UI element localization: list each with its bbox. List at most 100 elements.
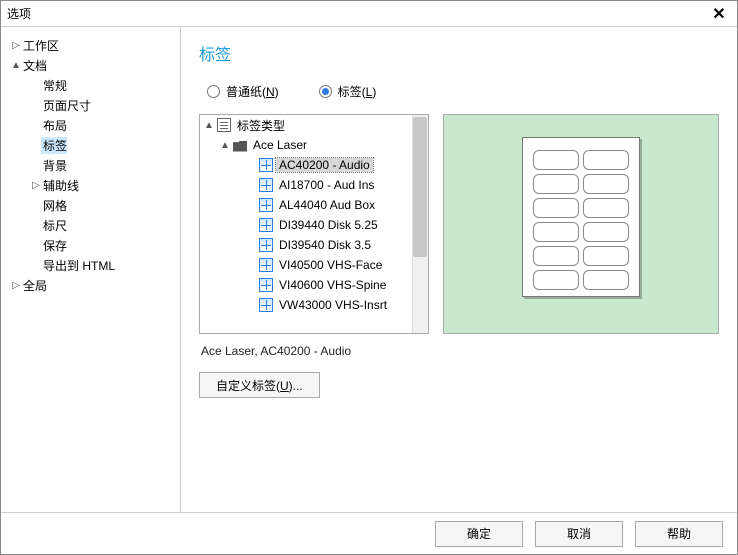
nav-item[interactable]: 标签 xyxy=(1,135,180,155)
doc-icon xyxy=(259,278,273,292)
nav-item[interactable]: 标尺 xyxy=(1,215,180,235)
radio-label: 普通纸(N) xyxy=(226,83,279,100)
tree-item[interactable]: VI40600 VHS-Spine xyxy=(200,275,428,295)
folder-icon xyxy=(233,141,247,152)
nav-tree[interactable]: ▷工作区▲文档常规页面尺寸布局标签背景▷辅助线网格标尺保存导出到 HTML▷全局 xyxy=(1,27,181,512)
nav-item[interactable]: ▷工作区 xyxy=(1,35,180,55)
tree-item[interactable]: VI40500 VHS-Face xyxy=(200,255,428,275)
help-button[interactable]: 帮助 xyxy=(635,521,723,547)
scrollbar-thumb[interactable] xyxy=(413,117,427,257)
doc-icon xyxy=(259,258,273,272)
doc-icon xyxy=(259,158,273,172)
titlebar: 选项 ✕ xyxy=(1,1,737,27)
radio-icon xyxy=(207,85,220,98)
nav-item-label: 常规 xyxy=(41,77,67,94)
tree-item-label: AL44040 Aud Box xyxy=(276,198,378,212)
nav-item[interactable]: 导出到 HTML xyxy=(1,255,180,275)
nav-item-label: 页面尺寸 xyxy=(41,97,91,114)
nav-item[interactable]: 背景 xyxy=(1,155,180,175)
nav-item-label: 标签 xyxy=(41,137,67,154)
nav-item[interactable]: 常规 xyxy=(1,75,180,95)
label-preview xyxy=(443,114,719,334)
label-cell xyxy=(583,198,629,218)
nav-item-label: 辅助线 xyxy=(41,177,79,194)
nav-item[interactable]: 布局 xyxy=(1,115,180,135)
tree-item[interactable]: AC40200 - Audio xyxy=(200,155,428,175)
label-cell xyxy=(533,174,579,194)
tree-item[interactable]: DI39540 Disk 3.5 xyxy=(200,235,428,255)
label-cell xyxy=(533,270,579,290)
expand-icon: ▷ xyxy=(31,180,41,191)
nav-item[interactable]: 网格 xyxy=(1,195,180,215)
close-icon[interactable]: ✕ xyxy=(707,4,731,24)
options-dialog: 选项 ✕ ▷工作区▲文档常规页面尺寸布局标签背景▷辅助线网格标尺保存导出到 HT… xyxy=(0,0,738,555)
expand-icon: ▲ xyxy=(204,120,214,131)
radio-labels[interactable]: 标签(L) xyxy=(319,83,377,100)
cancel-button[interactable]: 取消 xyxy=(535,521,623,547)
dialog-footer: 确定 取消 帮助 xyxy=(1,512,737,554)
tree-item[interactable]: ▲ 标签类型 xyxy=(200,115,428,135)
expand-icon: ▲ xyxy=(220,140,230,151)
nav-item[interactable]: ▲文档 xyxy=(1,55,180,75)
doc-icon xyxy=(259,178,273,192)
tree-item-label: DI39540 Disk 3.5 xyxy=(276,238,374,252)
nav-item-label: 布局 xyxy=(41,117,67,134)
button-label: 自定义标签(U)... xyxy=(216,379,303,393)
main-panel: 标签 普通纸(N) 标签(L) ▲ 标签类型 ▲ Ace Laser AC40200 -… xyxy=(181,27,737,512)
nav-item-label: 保存 xyxy=(41,237,67,254)
radio-plain-paper[interactable]: 普通纸(N) xyxy=(207,83,279,100)
tree-item[interactable]: DI39440 Disk 5.25 xyxy=(200,215,428,235)
radio-icon xyxy=(319,85,332,98)
label-cell xyxy=(533,246,579,266)
tree-item-label: AI18700 - Aud Ins xyxy=(276,178,377,192)
nav-item-label: 工作区 xyxy=(21,37,59,54)
nav-item[interactable]: ▷全局 xyxy=(1,275,180,295)
customize-row: 自定义标签(U)... xyxy=(199,362,719,408)
tree-item[interactable]: AI18700 - Aud Ins xyxy=(200,175,428,195)
tree-item[interactable]: VW43000 VHS-Insrt xyxy=(200,295,428,315)
tree-item-label: 标签类型 xyxy=(234,117,288,134)
label-cell xyxy=(583,174,629,194)
expand-icon: ▷ xyxy=(11,40,21,51)
tree-item-label: VI40500 VHS-Face xyxy=(276,258,385,272)
scrollbar[interactable] xyxy=(412,115,428,333)
label-sheet xyxy=(522,137,640,297)
doc-icon xyxy=(259,218,273,232)
nav-item[interactable]: 保存 xyxy=(1,235,180,255)
ok-button[interactable]: 确定 xyxy=(435,521,523,547)
root-icon xyxy=(217,118,231,132)
tree-item-label: AC40200 - Audio xyxy=(276,158,373,172)
nav-item-label: 全局 xyxy=(21,277,47,294)
label-content-row: ▲ 标签类型 ▲ Ace Laser AC40200 - Audio AI18700 - … xyxy=(199,114,719,334)
doc-icon xyxy=(259,298,273,312)
label-cell xyxy=(583,270,629,290)
paper-type-radios: 普通纸(N) 标签(L) xyxy=(199,79,719,114)
tree-item[interactable]: AL44040 Aud Box xyxy=(200,195,428,215)
label-cell xyxy=(533,222,579,242)
tree-item-label: VW43000 VHS-Insrt xyxy=(276,298,390,312)
expand-icon: ▲ xyxy=(11,60,21,71)
label-cell xyxy=(533,198,579,218)
dialog-title: 选项 xyxy=(7,5,707,22)
tree-item-label: DI39440 Disk 5.25 xyxy=(276,218,381,232)
nav-item-label: 导出到 HTML xyxy=(41,257,115,274)
doc-icon xyxy=(259,198,273,212)
nav-item-label: 背景 xyxy=(41,157,67,174)
nav-item-label: 网格 xyxy=(41,197,67,214)
selection-status: Ace Laser, AC40200 - Audio xyxy=(199,334,719,362)
nav-item[interactable]: ▷辅助线 xyxy=(1,175,180,195)
label-cell xyxy=(583,246,629,266)
tree-item[interactable]: ▲ Ace Laser xyxy=(200,135,428,155)
tree-item-label: Ace Laser xyxy=(250,138,310,152)
tree-item-label: VI40600 VHS-Spine xyxy=(276,278,389,292)
label-cell xyxy=(583,222,629,242)
nav-item-label: 文档 xyxy=(21,57,47,74)
nav-item[interactable]: 页面尺寸 xyxy=(1,95,180,115)
nav-item-label: 标尺 xyxy=(41,217,67,234)
dialog-body: ▷工作区▲文档常规页面尺寸布局标签背景▷辅助线网格标尺保存导出到 HTML▷全局… xyxy=(1,27,737,512)
panel-heading: 标签 xyxy=(199,37,719,79)
label-type-tree[interactable]: ▲ 标签类型 ▲ Ace Laser AC40200 - Audio AI18700 - … xyxy=(199,114,429,334)
label-cell xyxy=(533,150,579,170)
customize-labels-button[interactable]: 自定义标签(U)... xyxy=(199,372,320,398)
label-cell xyxy=(583,150,629,170)
